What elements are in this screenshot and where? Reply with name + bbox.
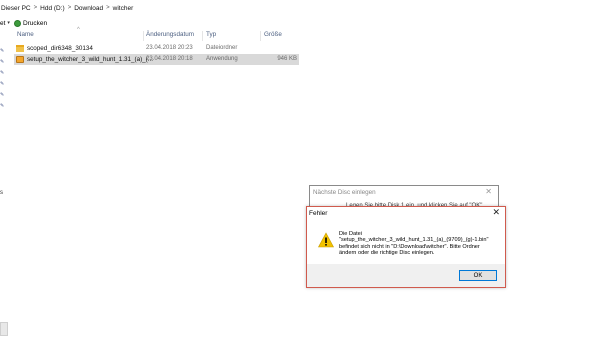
file-date: 23.04.2018 20:23: [146, 45, 193, 51]
dialog-footer: OK: [307, 264, 505, 287]
command-bar: et ▾ Drucken: [0, 16, 590, 30]
error-message: Die Datei "setup_the_witcher_3_wild_hunt…: [339, 231, 499, 257]
column-divider[interactable]: [260, 31, 261, 41]
application-icon: [16, 56, 24, 63]
message-line: "setup_the_witcher_3_wild_hunt_1.31_(a)_…: [339, 237, 489, 244]
quick-access-pins: ✎ ✎ ✎ ✎ ✎ ✎: [0, 48, 6, 114]
file-name: scoped_dir6348_30134: [27, 45, 93, 52]
breadcrumb-item-witcher[interactable]: witcher: [113, 5, 134, 12]
file-row[interactable]: scoped_dir6348_30134 23.04.2018 20:23 Da…: [14, 43, 299, 54]
column-header-name[interactable]: Name: [17, 31, 34, 38]
file-type: Dateiordner: [206, 45, 238, 51]
column-headers: ^ Name Änderungsdatum Typ Größe: [0, 27, 300, 42]
sort-ascending-icon: ^: [77, 27, 80, 33]
file-type: Anwendung: [206, 56, 238, 62]
print-icon: [13, 19, 21, 27]
pin-icon[interactable]: ✎: [0, 48, 6, 59]
ok-button[interactable]: OK: [459, 270, 497, 281]
column-header-size[interactable]: Größe: [264, 31, 282, 38]
dialog-title: Fehler: [309, 210, 328, 217]
pin-icon[interactable]: ✎: [0, 103, 6, 114]
file-row-selected[interactable]: setup_the_witcher_3_wild_hunt_1.31_(a)_(…: [14, 54, 299, 65]
nav-pane-label[interactable]: s: [0, 190, 3, 196]
close-icon[interactable]: ✕: [485, 187, 492, 196]
breadcrumb-separator: >: [106, 5, 110, 11]
breadcrumb: Dieser PC > Hdd (D:) > Download > witche…: [0, 0, 590, 16]
column-divider[interactable]: [202, 31, 203, 41]
dialog-title: Nächste Disc einlegen: [313, 189, 376, 196]
scrollbar[interactable]: [0, 322, 8, 336]
print-label: Drucken: [22, 19, 48, 27]
chevron-down-icon[interactable]: ▾: [7, 20, 10, 26]
column-header-date[interactable]: Änderungsdatum: [146, 31, 194, 38]
breadcrumb-separator: >: [67, 5, 72, 11]
file-date: 23.04.2018 20:18: [146, 56, 193, 62]
column-header-type[interactable]: Typ: [206, 31, 216, 38]
error-dialog: Fehler ✕ Die Datei "setup_the_witcher_3_…: [306, 206, 506, 288]
breadcrumb-item-hdd[interactable]: Hdd (D:): [40, 5, 65, 12]
print-button[interactable]: Drucken: [13, 19, 48, 27]
column-divider[interactable]: [143, 31, 144, 41]
file-size: 946 KB: [277, 56, 297, 62]
message-line: ändern oder die richtige Disc einlegen.: [339, 250, 435, 257]
pin-icon[interactable]: ✎: [0, 92, 6, 103]
breadcrumb-item-download[interactable]: Download: [74, 5, 103, 12]
close-icon[interactable]: ✕: [492, 207, 500, 218]
breadcrumb-item-this-pc[interactable]: Dieser PC: [1, 5, 31, 12]
pin-icon[interactable]: ✎: [0, 59, 6, 70]
pin-icon[interactable]: ✎: [0, 70, 6, 81]
ok-label: OK: [473, 272, 483, 279]
warning-icon: [318, 232, 334, 248]
pin-icon[interactable]: ✎: [0, 81, 6, 92]
cut-label[interactable]: et: [0, 20, 5, 27]
breadcrumb-separator: >: [33, 5, 38, 11]
file-name: setup_the_witcher_3_wild_hunt_1.31_(a)_(…: [27, 56, 154, 63]
folder-icon: [16, 45, 24, 52]
